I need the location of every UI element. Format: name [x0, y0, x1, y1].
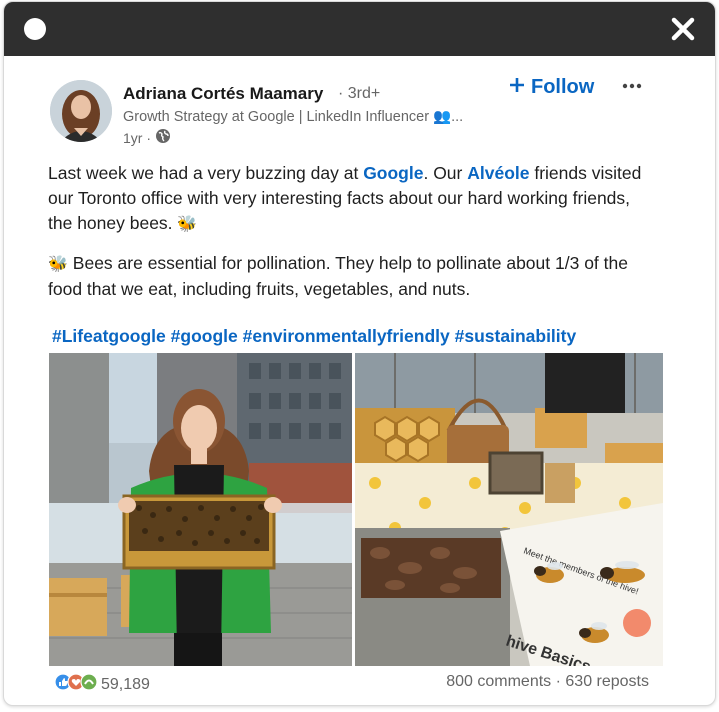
post-modal-window: Adriana Cortés Maamary · 3rd+ Growth Str… — [3, 1, 716, 706]
hashtag-link[interactable]: #Lifeatgoogle — [52, 326, 166, 346]
title-bar — [4, 2, 715, 56]
reposts-count[interactable]: 630 reposts — [565, 673, 649, 690]
author-headline: Growth Strategy at Google | LinkedIn Inf… — [123, 109, 464, 125]
post-text-paragraph-2: 🐝 Bees are essential for pollination. Th… — [48, 251, 648, 302]
support-reaction-icon — [80, 673, 98, 696]
post-stats: 800 comments · 630 reposts — [446, 673, 649, 691]
bee-emoji: 🐝 — [48, 256, 68, 273]
mention-link-alveole[interactable]: Alvéole — [467, 163, 529, 183]
plus-icon — [509, 76, 525, 99]
comments-count[interactable]: 800 comments — [446, 673, 551, 690]
mention-link-google[interactable]: Google — [363, 163, 423, 183]
close-icon[interactable] — [669, 15, 697, 43]
hashtag-link[interactable]: #google — [171, 326, 238, 346]
text-segment: Bees are essential for pollination. They… — [48, 253, 628, 299]
author-name[interactable]: Adriana Cortés Maamary — [123, 84, 323, 104]
hashtag-link[interactable]: #sustainability — [455, 326, 577, 346]
reactions-summary[interactable]: 59,189 — [54, 673, 150, 696]
author-avatar[interactable] — [50, 80, 112, 142]
stats-separator: · — [551, 673, 566, 690]
text-segment: . Our — [423, 163, 468, 183]
reactions-count: 59,189 — [101, 675, 150, 693]
post-text-paragraph-1: Last week we had a very buzzing day at G… — [48, 161, 648, 237]
hashtag-link[interactable]: #environmentallyfriendly — [243, 326, 450, 346]
bee-emoji: 🐝 — [177, 216, 198, 233]
post-time: 1yr · — [123, 129, 151, 146]
connection-degree: · 3rd+ — [338, 85, 381, 102]
follow-button[interactable]: Follow — [509, 76, 594, 99]
text-segment: Last week we had a very buzzing day at — [48, 163, 364, 183]
post-meta: 1yr · — [123, 128, 171, 147]
globe-icon — [155, 128, 171, 147]
post-image-left[interactable] — [49, 353, 352, 666]
linkedin-post: Adriana Cortés Maamary · 3rd+ Growth Str… — [4, 56, 715, 705]
post-image-right[interactable]: Meet the members of the hive! hive Basic… — [355, 353, 663, 666]
hashtag-list: #Lifeatgoogle #google #environmentallyfr… — [52, 326, 576, 347]
follow-label: Follow — [531, 76, 595, 98]
window-dot-icon[interactable] — [24, 18, 46, 40]
more-icon[interactable] — [620, 76, 644, 96]
